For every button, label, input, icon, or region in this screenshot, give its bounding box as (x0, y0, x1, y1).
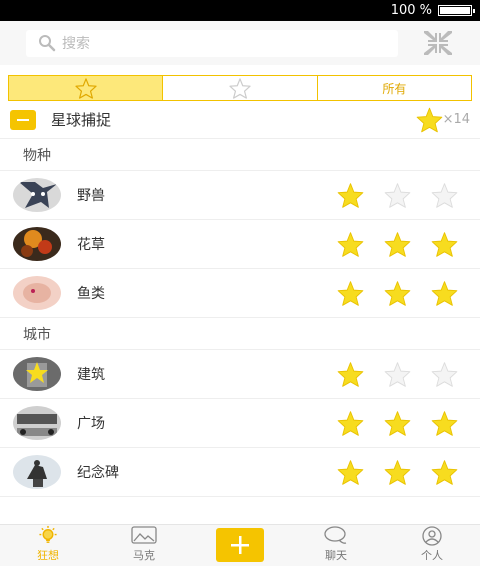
category-thumbnail (13, 227, 61, 261)
search-icon (39, 35, 56, 52)
star-filled-icon[interactable] (337, 361, 364, 388)
collapse-arrows-icon (424, 31, 452, 55)
group-header: 星球捕捉 ×14 (0, 101, 480, 139)
search-input[interactable]: 搜索 (26, 29, 398, 57)
lightbulb-icon (39, 525, 57, 543)
category-thumbnail (13, 178, 61, 212)
star-filled-icon[interactable] (384, 459, 411, 486)
battery-text: 100 % (390, 3, 432, 18)
status-bar: 100 % (0, 0, 480, 21)
star-filled-icon[interactable] (431, 459, 458, 486)
bottom-tabbar: 狂想 马克 聊天 个人 (0, 524, 480, 566)
star-rating (337, 459, 458, 486)
star-filled-icon[interactable] (337, 459, 364, 486)
star-filled-icon[interactable] (384, 231, 411, 258)
star-rating (337, 361, 458, 388)
category-label: 鱼类 (77, 286, 105, 302)
tab-label: 聊天 (325, 549, 347, 562)
star-filled-icon[interactable] (384, 410, 411, 437)
search-placeholder: 搜索 (62, 36, 90, 52)
header: 搜索 (0, 21, 480, 65)
star-rating (337, 280, 458, 307)
star-empty-icon[interactable] (384, 361, 411, 388)
star-filled-icon[interactable] (431, 410, 458, 437)
tab-kuangxiang[interactable]: 狂想 (0, 525, 96, 566)
category-label: 纪念碑 (77, 465, 119, 481)
tab-unstarred[interactable] (163, 76, 318, 100)
star-filled-icon[interactable] (337, 182, 364, 209)
star-filled-icon[interactable] (384, 280, 411, 307)
category-thumbnail (13, 406, 61, 440)
star-outline-icon (229, 77, 251, 99)
star-empty-icon[interactable] (431, 361, 458, 388)
image-icon (131, 526, 157, 544)
category-row[interactable]: 建筑 (0, 350, 480, 399)
star-count-icon (416, 107, 442, 132)
star-empty-icon[interactable] (431, 182, 458, 209)
star-rating (337, 231, 458, 258)
add-button[interactable] (216, 528, 264, 562)
star-filled-icon[interactable] (431, 280, 458, 307)
category-label: 广场 (77, 416, 105, 432)
tab-make[interactable]: 马克 (96, 525, 192, 566)
tab-all[interactable]: 所有 (318, 76, 471, 100)
tab-label: 狂想 (37, 549, 59, 562)
chat-bubble-icon (324, 526, 347, 544)
star-rating (337, 182, 458, 209)
star-rating (337, 410, 458, 437)
filter-tabs: 所有 (8, 75, 472, 101)
section-header: 物种 (0, 139, 480, 171)
category-row[interactable]: 纪念碑 (0, 448, 480, 497)
category-label: 花草 (77, 237, 105, 253)
collapse-group-button[interactable] (10, 109, 36, 130)
tab-label: 马克 (133, 549, 155, 562)
tab-label: 个人 (421, 549, 443, 562)
star-filled-icon[interactable] (337, 410, 364, 437)
person-icon (422, 526, 442, 546)
category-thumbnail (13, 357, 61, 391)
group-count: ×14 (416, 107, 470, 133)
category-row[interactable]: 野兽 (0, 171, 480, 220)
plus-icon (231, 536, 249, 554)
category-row[interactable]: 鱼类 (0, 269, 480, 318)
category-thumbnail (13, 455, 61, 489)
collapse-button[interactable] (420, 25, 456, 61)
battery-icon (438, 5, 475, 16)
star-filled-icon[interactable] (337, 231, 364, 258)
star-filled-icon (75, 77, 97, 99)
section-header: 城市 (0, 318, 480, 350)
tab-add[interactable] (192, 525, 288, 566)
group-title: 星球捕捉 (51, 111, 112, 129)
star-empty-icon[interactable] (384, 182, 411, 209)
tab-chat[interactable]: 聊天 (288, 525, 384, 566)
category-label: 野兽 (77, 188, 105, 204)
category-thumbnail (13, 276, 61, 310)
tab-starred[interactable] (9, 76, 164, 100)
star-filled-icon[interactable] (337, 280, 364, 307)
category-label: 建筑 (77, 367, 105, 383)
category-list: 物种野兽花草鱼类城市建筑广场纪念碑 (0, 139, 480, 497)
category-row[interactable]: 广场 (0, 399, 480, 448)
group-count-text: ×14 (442, 112, 470, 127)
tab-profile[interactable]: 个人 (384, 525, 480, 566)
star-filled-icon[interactable] (431, 231, 458, 258)
category-row[interactable]: 花草 (0, 220, 480, 269)
